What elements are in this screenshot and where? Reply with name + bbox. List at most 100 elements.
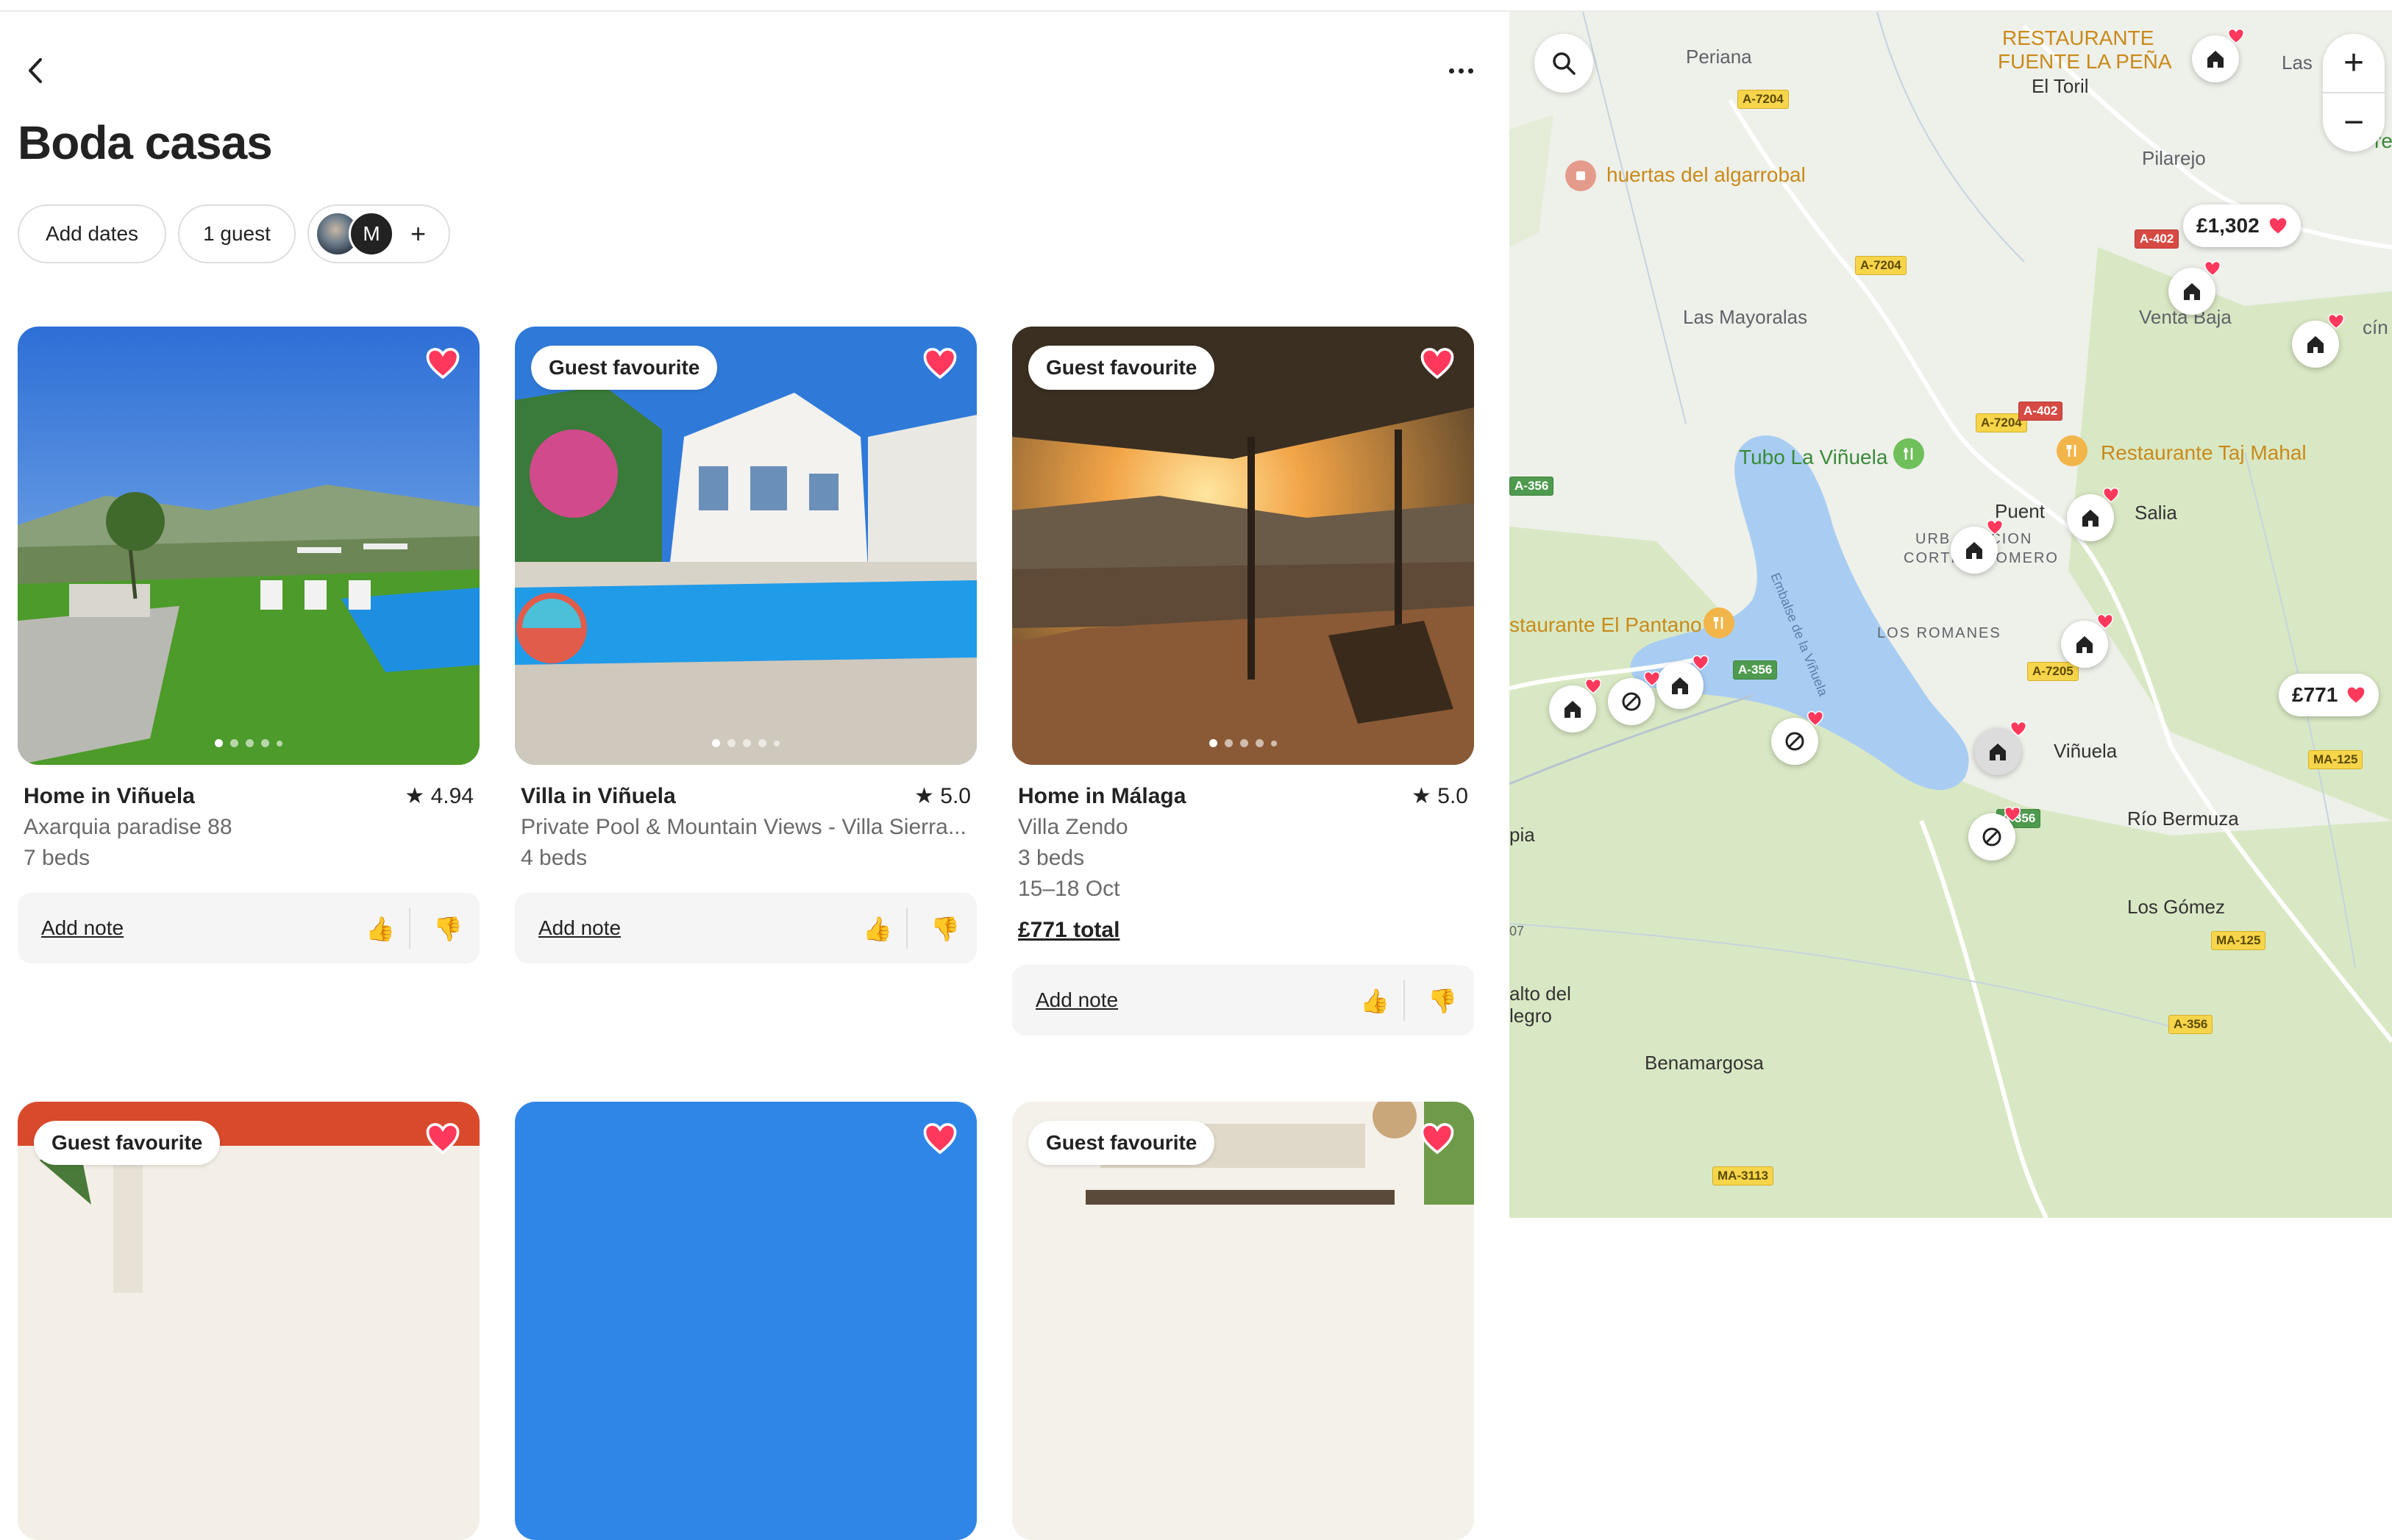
road-label: MA-125 [2308, 750, 2363, 769]
home-icon [1990, 744, 2006, 760]
map-place-label: Las Mayoralas [1683, 306, 1808, 328]
listing-image [515, 1102, 977, 1540]
listing-card[interactable] [515, 1102, 977, 1540]
price-pin-label: £771 [2292, 683, 2338, 706]
listing-photo[interactable]: Guest favourite [1012, 327, 1474, 765]
saved-heart-icon[interactable] [922, 1122, 958, 1155]
home-icon [2184, 283, 2200, 300]
saved-heart-icon[interactable] [1420, 1122, 1455, 1155]
listing-beds: 3 beds [1018, 846, 1085, 870]
listing-photo[interactable] [515, 1102, 977, 1540]
listing-card[interactable]: Home in Viñuela ★ 4.94 Axarquia paradise… [18, 327, 480, 963]
heart-icon [2204, 260, 2221, 277]
listing-card[interactable]: Guest favourite [1012, 1102, 1474, 1540]
listing-image [18, 1102, 480, 1540]
more-options-button[interactable] [1434, 49, 1487, 93]
map-place-label: Tubo La Viñuela [1739, 446, 1888, 468]
road-label: A-7205 [2027, 662, 2079, 681]
listing-dates: 15–18 Oct [1018, 877, 1120, 901]
map-home-pin[interactable] [2168, 260, 2221, 315]
map-place-label: alto del [1509, 983, 1571, 1005]
saved-heart-icon[interactable] [425, 1122, 460, 1155]
back-button[interactable] [13, 49, 57, 93]
thumbs-up-icon[interactable]: 👍 [1356, 983, 1393, 1019]
listing-photo[interactable] [18, 327, 480, 765]
listing-title: Villa Zendo [1018, 815, 1128, 839]
listing-type: Home in Málaga [1018, 784, 1186, 808]
map-home-pin[interactable] [1974, 721, 2027, 775]
saved-heart-icon[interactable] [1420, 347, 1455, 379]
heart-icon [2327, 313, 2345, 329]
add-dates-button[interactable]: Add dates [18, 204, 166, 263]
road-label: A-402 [2018, 402, 2063, 421]
listing-card[interactable]: Guest favourite [18, 1102, 480, 1540]
divider [906, 908, 908, 949]
heart-icon [2227, 28, 2245, 44]
thumbs-up-icon[interactable]: 👍 [362, 910, 399, 947]
add-note-link[interactable]: Add note [538, 916, 621, 940]
map-home-pin[interactable] [2067, 487, 2120, 541]
restaurant-poi-icon [2057, 435, 2087, 466]
zoom-in-button[interactable]: + [2323, 34, 2385, 93]
listing-photo[interactable]: Guest favourite [18, 1102, 480, 1540]
map-unavailable-pin[interactable] [1608, 671, 1661, 725]
map-place-label: staurante El Pantano [1509, 613, 1702, 636]
saved-heart-icon[interactable] [922, 347, 958, 379]
photo-dots [515, 739, 977, 747]
map-place-label: cín [2363, 316, 2388, 338]
listing-image [1012, 327, 1474, 765]
map-unavailable-pin[interactable] [1968, 806, 2021, 860]
listing-card[interactable]: Guest favourite Villa in Viñuela ★ 5.0 P… [515, 327, 977, 963]
map-home-pin[interactable] [1951, 519, 2004, 574]
map-home-pin[interactable] [1549, 678, 1602, 732]
road-label: A-7204 [1737, 90, 1789, 109]
map-price-pin[interactable]: £1,302 [2183, 204, 2301, 247]
heart-icon [2010, 721, 2027, 737]
listing-rating: ★ 5.0 [914, 784, 971, 808]
add-note-link[interactable]: Add note [41, 916, 124, 940]
map-unavailable-pin[interactable] [1771, 710, 1824, 765]
zoom-out-button[interactable]: − [2323, 93, 2385, 151]
heart-icon [1643, 671, 1661, 687]
map-panel[interactable]: Periana RESTAURANTE FUENTE LA PEÑA El To… [1509, 12, 2392, 1218]
home-icon [2207, 51, 2224, 68]
map-price-pin[interactable]: £771 [2279, 674, 2379, 716]
thumbs-up-icon[interactable]: 👍 [859, 910, 896, 947]
listing-price[interactable]: £771 total [1018, 915, 1468, 946]
road-label: A-402 [2135, 229, 2179, 249]
listing-card[interactable]: Guest favourite Home in Málaga ★ 5.0 Vil… [1012, 327, 1474, 1035]
map-search-button[interactable] [1534, 34, 1593, 93]
saved-heart-icon[interactable] [425, 347, 460, 379]
heart-icon [2102, 487, 2120, 503]
home-icon [1966, 542, 1982, 559]
guests-button[interactable]: 1 guest [178, 204, 296, 263]
listing-photo[interactable]: Guest favourite [1012, 1102, 1474, 1540]
star-icon: ★ [914, 784, 941, 808]
chevron-left-icon [29, 58, 42, 83]
thumbs-down-icon[interactable]: 👎 [430, 910, 466, 947]
top-border [0, 0, 2392, 12]
note-bar: Add note 👍 👎 [515, 893, 977, 963]
map-home-pin[interactable] [2192, 28, 2245, 82]
add-note-link[interactable]: Add note [1036, 988, 1118, 1012]
garden-poi-icon [1565, 160, 1596, 191]
page-title: Boda casas [18, 116, 273, 169]
listing-photo[interactable]: Guest favourite [515, 327, 977, 765]
heart-icon [1807, 710, 1824, 727]
listing-type: Villa in Viñuela [521, 784, 676, 808]
road-label: A-356 [1733, 660, 1778, 680]
search-icon [1553, 52, 1576, 75]
map-home-pin[interactable] [2292, 313, 2345, 368]
thumbs-down-icon[interactable]: 👎 [927, 910, 964, 947]
road-label: MA-3113 [1712, 1166, 1773, 1186]
divider [1403, 980, 1405, 1021]
map-home-pin[interactable] [2061, 613, 2114, 668]
photo-dots [1012, 739, 1474, 747]
note-bar: Add note 👍 👎 [18, 893, 480, 963]
thumbs-down-icon[interactable]: 👎 [1424, 983, 1461, 1019]
heart-icon [2348, 687, 2365, 703]
heart-icon [1986, 519, 2004, 535]
map-place-label: Río Bermuza [2127, 808, 2239, 830]
map-home-pin[interactable] [1656, 655, 1709, 709]
collaborators-button[interactable]: M + [307, 204, 450, 263]
